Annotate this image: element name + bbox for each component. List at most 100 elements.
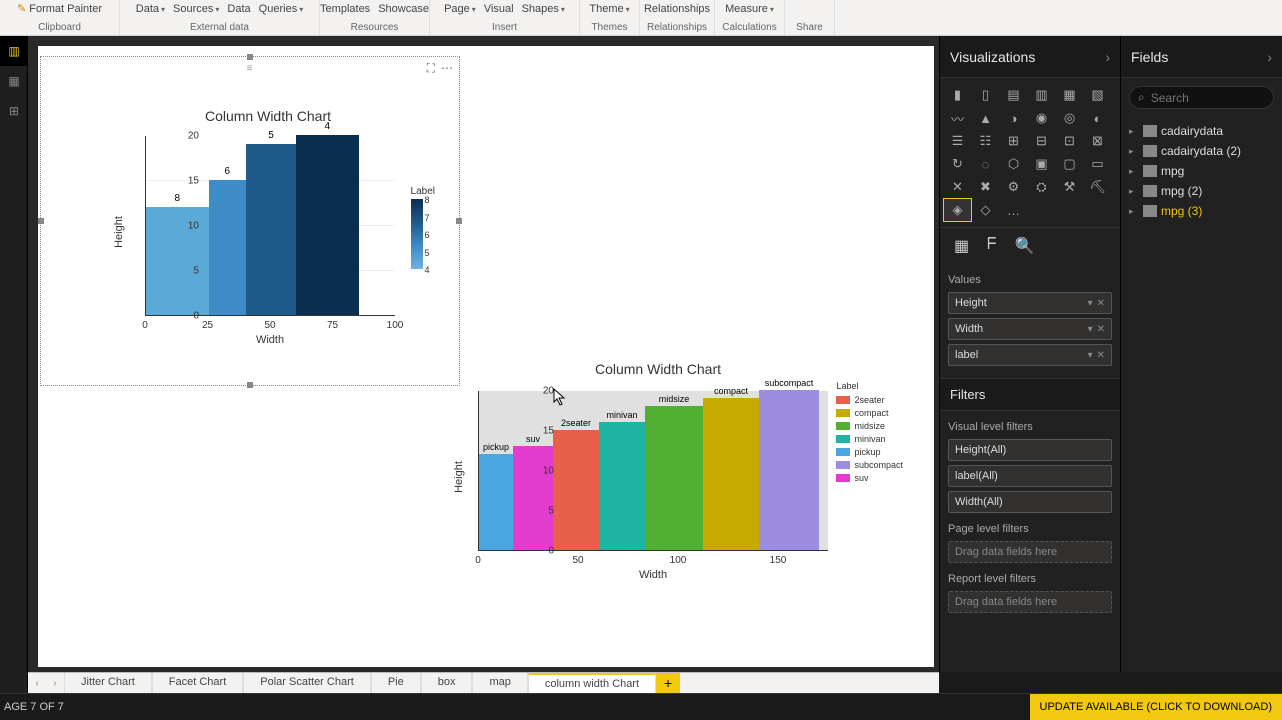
visual-button[interactable]: Visual — [484, 3, 514, 15]
relationships-button[interactable]: Relationships — [644, 3, 710, 15]
measure-button[interactable]: Measure — [725, 3, 774, 15]
chevron-right-icon[interactable]: › — [1105, 49, 1110, 65]
viz-type-icon[interactable]: ▲ — [972, 107, 999, 129]
viz-type-icon[interactable]: ☰ — [944, 130, 971, 152]
viz-type-icon[interactable]: ◑ — [1000, 107, 1027, 129]
viz-type-icon[interactable]: ▮ — [944, 84, 971, 106]
viz-type-icon[interactable]: ⊠ — [1084, 130, 1111, 152]
page-filter-drop[interactable]: Drag data fields here — [948, 541, 1112, 563]
chart-visual-2[interactable]: Column Width Chart Height pickupsuv2seat… — [408, 361, 908, 601]
search-input[interactable] — [1151, 91, 1265, 105]
field-table[interactable]: ▸mpg (3) — [1125, 201, 1278, 221]
analytics-tab-icon[interactable]: 🔍 — [1015, 236, 1035, 256]
panel-header[interactable]: Fields › — [1121, 36, 1282, 78]
focus-mode-icon[interactable]: ⛶ — [427, 61, 435, 76]
viz-type-icon[interactable]: ▭ — [1084, 153, 1111, 175]
chart-visual-1[interactable]: Column Width Chart Height 8654 Width Lab… — [83, 96, 453, 386]
expand-icon[interactable]: ▸ — [1129, 186, 1139, 197]
get-data-button[interactable]: Data — [136, 3, 165, 15]
viz-type-icon[interactable]: ⊟ — [1028, 130, 1055, 152]
viz-type-icon[interactable]: ▥ — [1028, 84, 1055, 106]
queries-button[interactable]: Queries — [259, 3, 304, 15]
remove-icon[interactable]: ✕ — [1097, 350, 1105, 361]
chevron-down-icon[interactable]: ▾ — [1088, 350, 1093, 361]
field-well[interactable]: Width▾✕ — [948, 318, 1112, 340]
page-button[interactable]: Page — [444, 3, 476, 15]
update-available-button[interactable]: UPDATE AVAILABLE (CLICK TO DOWNLOAD) — [1030, 694, 1282, 720]
field-well[interactable]: Height▾✕ — [948, 292, 1112, 314]
remove-icon[interactable]: ✕ — [1097, 298, 1105, 309]
viz-type-icon[interactable]: ◉ — [1028, 107, 1055, 129]
report-filter-drop[interactable]: Drag data fields here — [948, 591, 1112, 613]
report-view-icon[interactable]: ▥ — [0, 36, 28, 66]
viz-type-icon[interactable]: ▣ — [1028, 153, 1055, 175]
expand-icon[interactable]: ▸ — [1129, 166, 1139, 177]
showcase-button[interactable]: Showcase — [378, 3, 429, 15]
enter-data-button[interactable]: Data — [227, 3, 250, 15]
page-tab[interactable]: Facet Chart — [152, 673, 243, 693]
viz-type-icon[interactable]: ▯ — [972, 84, 999, 106]
viz-type-icon[interactable]: ▢ — [1056, 153, 1083, 175]
viz-type-icon[interactable]: ▤ — [1000, 84, 1027, 106]
expand-icon[interactable]: ▸ — [1129, 206, 1139, 217]
chevron-down-icon[interactable]: ▾ — [1088, 298, 1093, 309]
viz-type-icon[interactable]: ⛏ — [1084, 176, 1111, 198]
field-well[interactable]: label▾✕ — [948, 344, 1112, 366]
expand-icon[interactable]: ▸ — [1129, 146, 1139, 157]
chevron-down-icon[interactable]: ▾ — [1088, 324, 1093, 335]
theme-button[interactable]: Theme — [589, 3, 629, 15]
shapes-button[interactable]: Shapes — [522, 3, 565, 15]
viz-type-icon[interactable]: ◇ — [972, 199, 999, 221]
page-tab[interactable]: Jitter Chart — [64, 673, 152, 693]
viz-type-icon[interactable]: ◌ — [972, 153, 999, 175]
viz-type-icon[interactable]: ⊡ — [1056, 130, 1083, 152]
viz-type-icon[interactable]: ↻ — [944, 153, 971, 175]
viz-type-icon[interactable]: 〰 — [944, 107, 971, 129]
page-tab[interactable]: map — [472, 673, 527, 693]
field-table[interactable]: ▸cadairydata — [1125, 121, 1278, 141]
tab-next-icon[interactable]: › — [46, 678, 64, 689]
field-table[interactable]: ▸cadairydata (2) — [1125, 141, 1278, 161]
viz-type-icon[interactable]: ◐ — [1084, 107, 1111, 129]
format-tab-icon[interactable]: ᖴ — [987, 236, 996, 256]
viz-type-icon[interactable]: ⊞ — [1000, 130, 1027, 152]
viz-type-icon[interactable]: ⬡ — [1000, 153, 1027, 175]
fields-tab-icon[interactable]: ▦ — [954, 236, 969, 256]
viz-type-icon[interactable]: ◎ — [1056, 107, 1083, 129]
panel-header[interactable]: Visualizations › — [940, 36, 1120, 78]
field-table[interactable]: ▸mpg (2) — [1125, 181, 1278, 201]
page-tab[interactable]: Polar Scatter Chart — [243, 673, 371, 693]
page-tab[interactable]: box — [421, 673, 473, 693]
viz-type-icon[interactable]: ✕ — [944, 176, 971, 198]
page-tab[interactable]: column width Chart — [528, 673, 656, 693]
sources-button[interactable]: Sources — [173, 3, 219, 15]
viz-type-icon[interactable]: ◈ — [944, 199, 971, 221]
templates-button[interactable]: Templates — [320, 3, 370, 15]
model-view-icon[interactable]: ⊞ — [0, 96, 28, 126]
viz-type-icon[interactable]: ✖ — [972, 176, 999, 198]
filters-header[interactable]: Filters — [940, 378, 1120, 411]
viz-type-icon[interactable]: ⛭ — [1028, 176, 1055, 198]
viz-type-icon[interactable]: … — [1000, 199, 1027, 221]
viz-type-icon[interactable]: ▦ — [1056, 84, 1083, 106]
filter-card[interactable]: Width(All) — [948, 491, 1112, 513]
viz-type-icon[interactable]: ☷ — [972, 130, 999, 152]
add-page-button[interactable]: + — [656, 673, 680, 694]
format-painter-button[interactable]: ✎Format Painter — [9, 0, 110, 17]
remove-icon[interactable]: ✕ — [1097, 324, 1105, 335]
more-options-icon[interactable]: ⋯ — [441, 61, 453, 76]
filter-card[interactable]: Height(All) — [948, 439, 1112, 461]
field-table[interactable]: ▸mpg — [1125, 161, 1278, 181]
drag-grip-icon[interactable]: ≡ — [247, 63, 254, 74]
page-tab[interactable]: Pie — [371, 673, 421, 693]
viz-type-icon[interactable]: ⚙ — [1000, 176, 1027, 198]
chevron-right-icon[interactable]: › — [1267, 49, 1272, 65]
viz-type-icon[interactable]: ⚒ — [1056, 176, 1083, 198]
data-view-icon[interactable]: ▦ — [0, 66, 28, 96]
viz-type-icon[interactable]: ▧ — [1084, 84, 1111, 106]
tab-prev-icon[interactable]: ‹ — [28, 678, 46, 689]
fields-search[interactable]: ⌕ — [1129, 86, 1274, 109]
expand-icon[interactable]: ▸ — [1129, 126, 1139, 137]
filter-card[interactable]: label(All) — [948, 465, 1112, 487]
report-canvas[interactable]: ≡ ⛶ ⋯ Column Width Chart Height 8654 Wid… — [38, 46, 934, 667]
